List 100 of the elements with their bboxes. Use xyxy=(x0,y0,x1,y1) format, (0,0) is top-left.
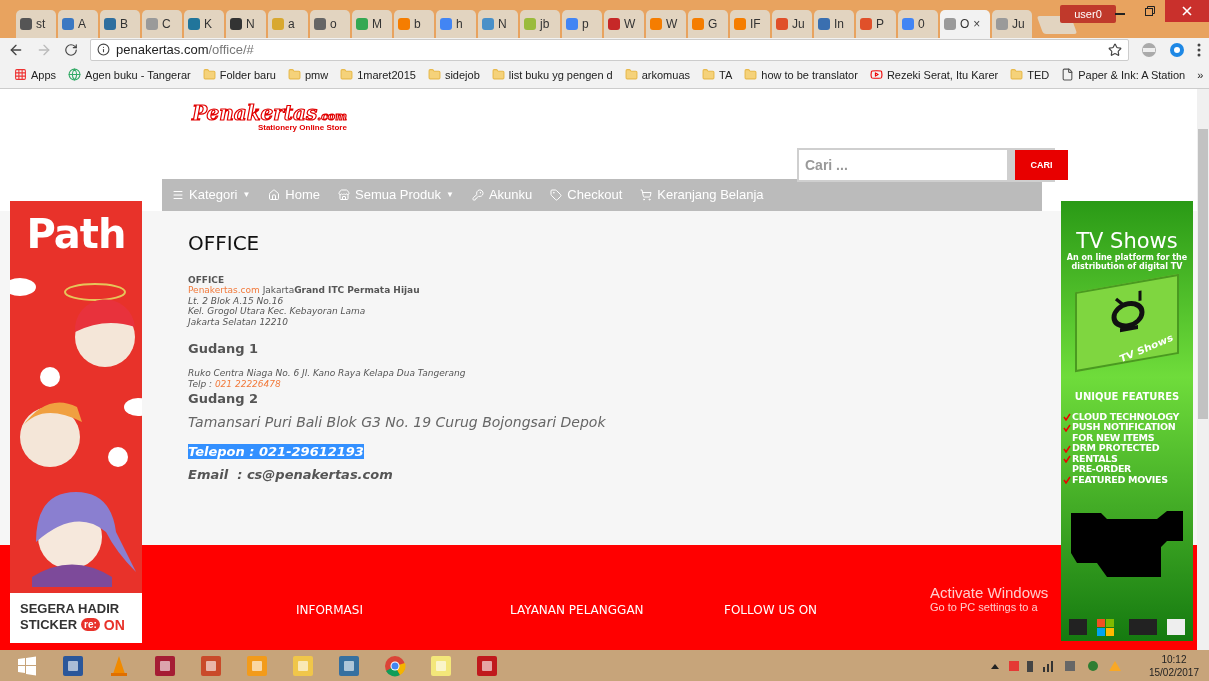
activation-notice-title: Activate Windows xyxy=(930,583,1049,601)
search-field[interactable]: Cari ... xyxy=(799,149,1007,180)
browser-tab[interactable]: W xyxy=(604,9,644,38)
ad-heading: UNIQUE FEATURES xyxy=(1074,390,1180,402)
folder-icon xyxy=(624,68,638,82)
footer-heading: INFORMASI xyxy=(296,603,363,618)
browser-tab[interactable]: jb xyxy=(520,9,560,38)
bookmark-item[interactable]: Rezeki Serat, Itu Karer xyxy=(869,68,999,82)
section-heading: Gudang 1 xyxy=(188,341,259,357)
bookmark-item[interactable]: arkomuas xyxy=(624,68,690,82)
more-bookmarks-button[interactable]: » xyxy=(1197,68,1204,81)
footer-heading: LAYANAN PELANGGAN xyxy=(510,603,644,618)
close-icon[interactable]: × xyxy=(973,16,981,31)
browser-tab[interactable]: Ju xyxy=(992,9,1032,38)
browser-tab[interactable]: b xyxy=(394,9,434,38)
browser-tab[interactable]: N xyxy=(226,9,266,38)
check-icon xyxy=(1063,476,1071,485)
browser-tab[interactable]: N xyxy=(478,9,518,38)
feature-item: FEATURED MOVIES xyxy=(1063,474,1193,486)
folder-icon xyxy=(1010,68,1024,82)
globe-icon xyxy=(68,68,82,82)
clock[interactable]: 10:12 15/02/2017 xyxy=(1148,652,1199,679)
address-line: Ruko Centra Niaga No. 6 Jl. Kano Raya Kelapa Dua Tangerang xyxy=(188,368,466,379)
tag-icon xyxy=(550,188,563,201)
address-field[interactable]: penakertas.com/office/# xyxy=(90,38,1129,61)
app-icon[interactable] xyxy=(476,654,498,677)
browser-tab[interactable]: h xyxy=(436,9,476,38)
info-icon xyxy=(97,43,110,57)
folder-icon xyxy=(202,68,216,82)
ad-brand: Path xyxy=(26,210,126,257)
browser-tab[interactable]: In xyxy=(814,9,854,38)
caret-icon: ▼ xyxy=(446,190,454,200)
extension-icon[interactable] xyxy=(1169,41,1185,58)
browser-tab[interactable]: A xyxy=(58,9,98,38)
ad-text: SEGERA HADIR xyxy=(20,600,121,617)
bookmark-item[interactable]: Agen buku - Tangerar xyxy=(68,68,191,82)
footer-heading: FOLLOW US ON xyxy=(724,603,818,618)
feature-item: DRM PROTECTED xyxy=(1063,443,1193,454)
bookmark-item[interactable]: sidejob xyxy=(427,68,480,82)
site-logo[interactable]: Penakertas.com Stationery Online Store xyxy=(192,102,347,132)
app-icon[interactable] xyxy=(338,654,360,677)
home-icon xyxy=(268,188,281,201)
search-button[interactable]: CARI xyxy=(1015,149,1068,180)
bookmark-item[interactable]: list buku yg pengen d xyxy=(491,68,613,82)
browser-tab[interactable]: B xyxy=(100,9,140,38)
browser-tab[interactable]: o xyxy=(310,9,350,38)
video-icon xyxy=(869,68,883,82)
browser-tab[interactable]: G xyxy=(688,9,728,38)
address-line: Lt. 2 Blok A.15 No.16 xyxy=(188,295,284,307)
app-icon[interactable] xyxy=(154,654,176,677)
office-location: Penakertas.com JakartaGrand ITC Permata Hijau xyxy=(188,285,420,296)
bookmark-item[interactable]: Apps xyxy=(14,68,57,82)
app-icon[interactable] xyxy=(200,654,222,677)
menu-icon[interactable] xyxy=(1197,42,1201,57)
ad-badge-text: ON xyxy=(103,616,125,633)
bookmark-item[interactable]: Paper & Ink: A Station xyxy=(1061,68,1186,82)
browser-tab[interactable]: a xyxy=(268,9,308,38)
feature-item: PUSH NOTIFICATION xyxy=(1063,422,1193,433)
browser-tab[interactable]: K xyxy=(184,9,224,38)
folder-icon xyxy=(744,68,758,82)
windows-start-icon[interactable] xyxy=(17,655,37,676)
app-icon[interactable] xyxy=(62,654,84,677)
phone-line: Telp : 021 22226478 xyxy=(188,378,281,390)
scrollbar[interactable] xyxy=(1197,88,1209,651)
browser-tab[interactable]: M xyxy=(352,9,392,38)
browser-tab[interactable]: O × xyxy=(940,9,990,38)
cart-icon xyxy=(640,188,653,201)
feature-item: PRE-ORDER xyxy=(1071,464,1133,475)
folder-icon xyxy=(491,68,505,82)
feature-item: RENTALS xyxy=(1063,453,1193,465)
browser-tab[interactable]: IF xyxy=(730,9,770,38)
ad-badge: re: xyxy=(81,618,100,632)
bookmark-item[interactable]: pmw xyxy=(287,68,329,82)
folder-icon xyxy=(702,68,715,82)
caret-icon: ▼ xyxy=(242,190,251,200)
feature-item: CLOUD TECHNOLOGY xyxy=(1063,411,1193,423)
user-profile-button[interactable]: user0 xyxy=(1060,5,1116,23)
apps-grid-icon xyxy=(14,68,27,82)
bookmark-item[interactable]: TED xyxy=(1010,68,1050,82)
bookmark-item[interactable]: 1maret2015 xyxy=(340,68,416,82)
browser-tab[interactable]: W xyxy=(646,9,686,38)
ad-title: TV Shows xyxy=(1076,228,1178,253)
app-icon[interactable] xyxy=(292,654,314,677)
bookmark-star-icon[interactable] xyxy=(1108,42,1122,57)
browser-tab[interactable]: C xyxy=(142,9,182,38)
browser-tab[interactable]: P xyxy=(856,9,896,38)
app-icon[interactable] xyxy=(430,654,452,677)
reload-icon[interactable] xyxy=(64,42,78,57)
browser-icon[interactable] xyxy=(384,654,406,677)
browser-tab[interactable]: 0 xyxy=(898,9,938,38)
bookmark-item[interactable]: Folder baru xyxy=(202,68,276,82)
bookmark-item[interactable]: how to be translator xyxy=(744,68,858,82)
browser-tab[interactable]: st xyxy=(16,9,56,38)
extension-icon[interactable] xyxy=(1141,41,1157,58)
browser-tab[interactable]: Ju xyxy=(772,9,812,38)
app-icon[interactable] xyxy=(246,654,268,677)
sticker-ad-banner[interactable]: Path SEGERA HADIR STICKER re: ON xyxy=(10,200,142,643)
browser-tab[interactable]: p xyxy=(562,9,602,38)
folder-icon xyxy=(287,68,301,82)
bookmark-item[interactable]: TA xyxy=(702,68,733,82)
